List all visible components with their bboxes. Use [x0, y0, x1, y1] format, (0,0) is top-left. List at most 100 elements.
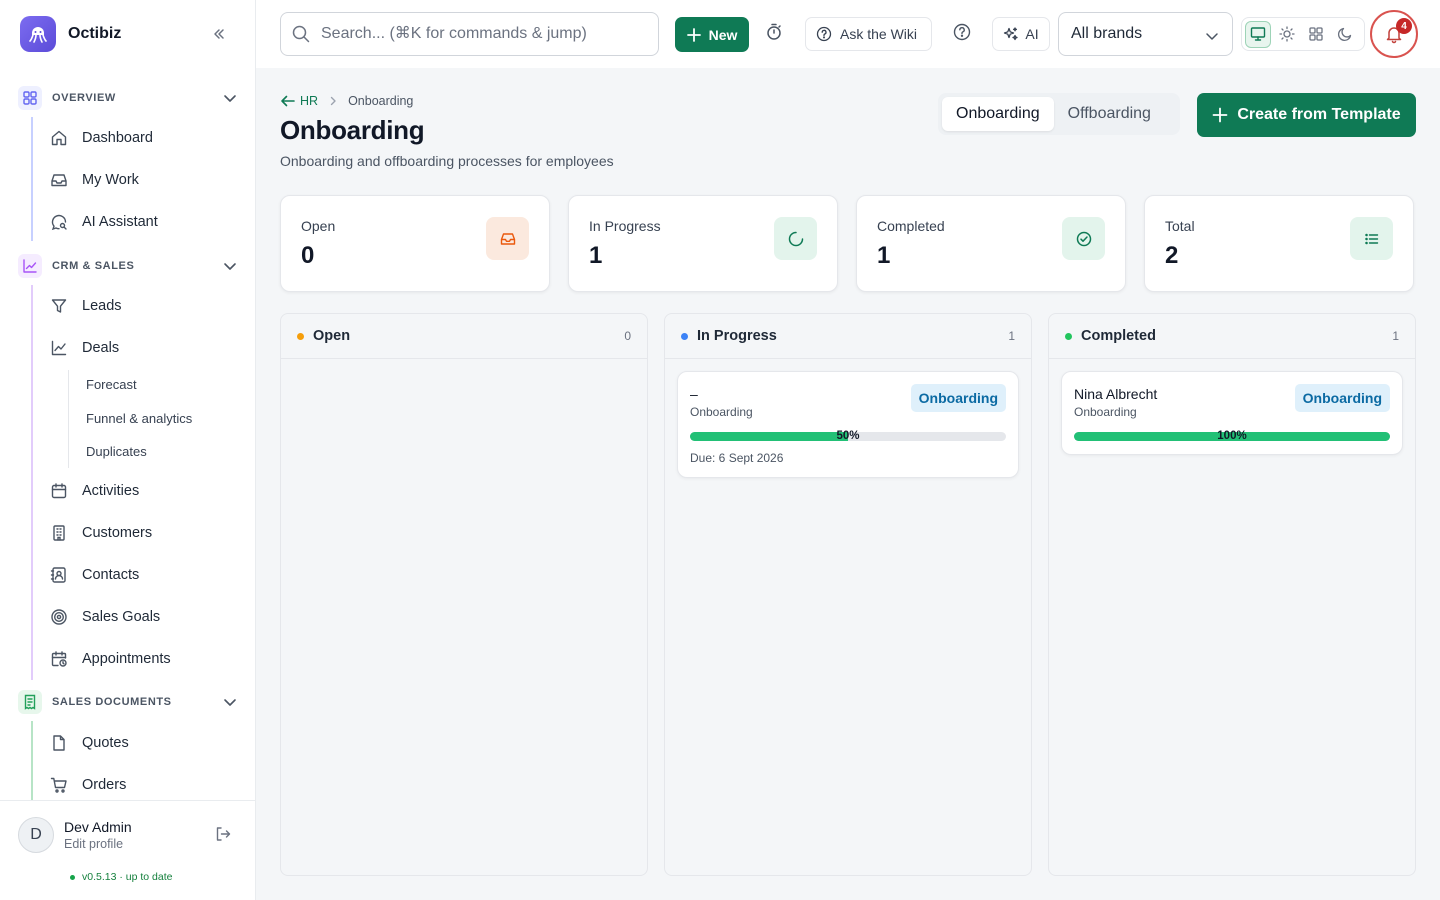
- tab-onboarding[interactable]: Onboarding: [942, 97, 1054, 131]
- chevron-down-icon: [224, 95, 236, 102]
- sparkle-icon: [1004, 27, 1019, 41]
- chevron-down-icon: [224, 263, 236, 270]
- inbox-icon: [51, 174, 67, 187]
- ask-wiki-button[interactable]: Ask the Wiki: [805, 17, 932, 51]
- moon-icon[interactable]: [1332, 21, 1358, 48]
- create-from-template-button[interactable]: Create from Template: [1197, 93, 1416, 137]
- sidebar-footer: D Dev Admin Edit profile v0.5.13 · up to…: [0, 800, 256, 900]
- ask-wiki-label: Ask the Wiki: [840, 26, 918, 42]
- breadcrumb-parent: HR: [300, 94, 319, 108]
- brand[interactable]: Octibiz: [20, 16, 121, 52]
- new-button[interactable]: New: [675, 17, 749, 52]
- search-box[interactable]: [280, 12, 659, 56]
- stat-label: In Progress: [589, 218, 661, 234]
- home-icon: [51, 130, 67, 146]
- sidebar-item-dashboard[interactable]: Dashboard: [50, 122, 153, 154]
- collapse-sidebar-icon[interactable]: [208, 24, 230, 44]
- sun-icon[interactable]: [1274, 21, 1300, 48]
- breadcrumb-current: Onboarding: [348, 94, 414, 108]
- progress-bar: 100%: [1074, 430, 1390, 442]
- notifications-button[interactable]: 4: [1370, 10, 1418, 58]
- stat-value: 1: [877, 242, 891, 269]
- column-count: 0: [624, 329, 631, 343]
- sidebar-subitem-duplicates[interactable]: Duplicates: [86, 444, 147, 459]
- sidebar: Octibiz OVERVIEW Dashboard My Work AI As…: [0, 0, 256, 900]
- octopus-logo-icon: [20, 16, 56, 52]
- help-icon[interactable]: [952, 22, 972, 42]
- section-label: SALES DOCUMENTS: [52, 696, 172, 708]
- sidebar-subitem-forecast[interactable]: Forecast: [86, 377, 137, 392]
- timer-icon[interactable]: [764, 22, 784, 42]
- process-card[interactable]: Nina Albrecht Onboarding Onboarding 100%: [1061, 371, 1403, 455]
- avatar[interactable]: D: [18, 817, 54, 853]
- status-dot: [1065, 332, 1072, 340]
- sidebar-item-deals[interactable]: Deals: [50, 332, 119, 364]
- section-sales-documents[interactable]: SALES DOCUMENTS: [18, 690, 240, 714]
- card-type: Onboarding: [690, 405, 753, 419]
- process-card[interactable]: – Onboarding Onboarding 50% Due: 6 Sept …: [677, 371, 1019, 478]
- arrow-left-icon: [281, 95, 295, 107]
- check-circle-icon: [1062, 217, 1105, 260]
- sidebar-item-sales-goals[interactable]: Sales Goals: [50, 601, 160, 633]
- card-type-badge: Onboarding: [1294, 384, 1390, 412]
- section-line: [31, 721, 33, 800]
- cart-icon: [50, 777, 67, 793]
- sidebar-item-contacts[interactable]: Contacts: [50, 559, 139, 591]
- sidebar-item-quotes[interactable]: Quotes: [50, 727, 129, 759]
- funnel-icon: [51, 299, 67, 313]
- chevron-right-icon: [330, 96, 336, 106]
- create-button-label: Create from Template: [1237, 106, 1401, 123]
- progress-label: 50%: [836, 430, 860, 442]
- sidebar-item-label: Leads: [82, 298, 122, 314]
- sidebar-item-label: Customers: [82, 525, 153, 541]
- user-name: Dev Admin: [64, 819, 132, 835]
- sidebar-item-label: Contacts: [82, 567, 140, 583]
- layout-grid-icon[interactable]: [1303, 21, 1329, 48]
- search-input[interactable]: [321, 25, 641, 43]
- stat-value: 2: [1165, 242, 1179, 269]
- sidebar-item-customers[interactable]: Customers: [50, 517, 152, 549]
- calendar-clock-icon: [51, 651, 67, 667]
- plus-icon: [1212, 107, 1228, 123]
- kanban-column-completed: Completed 1 Nina Albrecht Onboarding Onb…: [1048, 313, 1416, 876]
- calendar-icon: [51, 483, 67, 499]
- breadcrumb: HR Onboarding: [280, 93, 413, 109]
- sidebar-item-label: My Work: [82, 172, 139, 188]
- card-due-date: Due: 6 Sept 2026: [690, 451, 784, 465]
- sidebar-item-leads[interactable]: Leads: [50, 290, 122, 322]
- plus-icon: [686, 27, 701, 42]
- sidebar-item-ai-assistant[interactable]: AI Assistant: [50, 206, 158, 238]
- tab-offboarding[interactable]: Offboarding: [1054, 97, 1165, 131]
- section-crm-sales[interactable]: CRM & SALES: [18, 254, 240, 278]
- sidebar-item-my-work[interactable]: My Work: [50, 164, 139, 196]
- chart-icon: [18, 254, 42, 278]
- sidebar-item-orders[interactable]: Orders: [50, 769, 126, 801]
- section-overview[interactable]: OVERVIEW: [18, 86, 240, 110]
- grid-icon: [18, 86, 42, 110]
- chat-search-icon: [51, 214, 67, 231]
- logout-icon[interactable]: [214, 825, 232, 843]
- brand-select[interactable]: All brands: [1058, 12, 1233, 56]
- sidebar-item-label: Sales Goals: [82, 609, 161, 625]
- edit-profile-link[interactable]: Edit profile: [64, 837, 123, 851]
- column-count: 1: [1392, 329, 1399, 343]
- stat-value: 1: [589, 242, 603, 269]
- version-status: v0.5.13 · up to date: [70, 871, 172, 883]
- new-button-label: New: [708, 26, 738, 43]
- progress-label: 100%: [1217, 430, 1247, 442]
- sidebar-item-appointments[interactable]: Appointments: [50, 643, 171, 675]
- stat-label: Total: [1165, 218, 1195, 234]
- version-text: v0.5.13 · up to date: [82, 871, 173, 883]
- sidebar-subitem-funnel-analytics[interactable]: Funnel & analytics: [86, 411, 192, 426]
- monitor-icon[interactable]: [1245, 20, 1272, 48]
- column-header: Open 0: [281, 314, 647, 359]
- brand-select-value: All brands: [1071, 25, 1143, 42]
- column-title: In Progress: [697, 328, 777, 344]
- sidebar-item-activities[interactable]: Activities: [50, 475, 139, 507]
- app-name: Octibiz: [68, 25, 122, 42]
- breadcrumb-back-link[interactable]: HR: [280, 93, 318, 109]
- search-icon: [292, 25, 310, 43]
- progress-bar: 50%: [690, 430, 1006, 442]
- ai-button[interactable]: AI: [992, 17, 1050, 51]
- section-label: CRM & SALES: [52, 260, 135, 272]
